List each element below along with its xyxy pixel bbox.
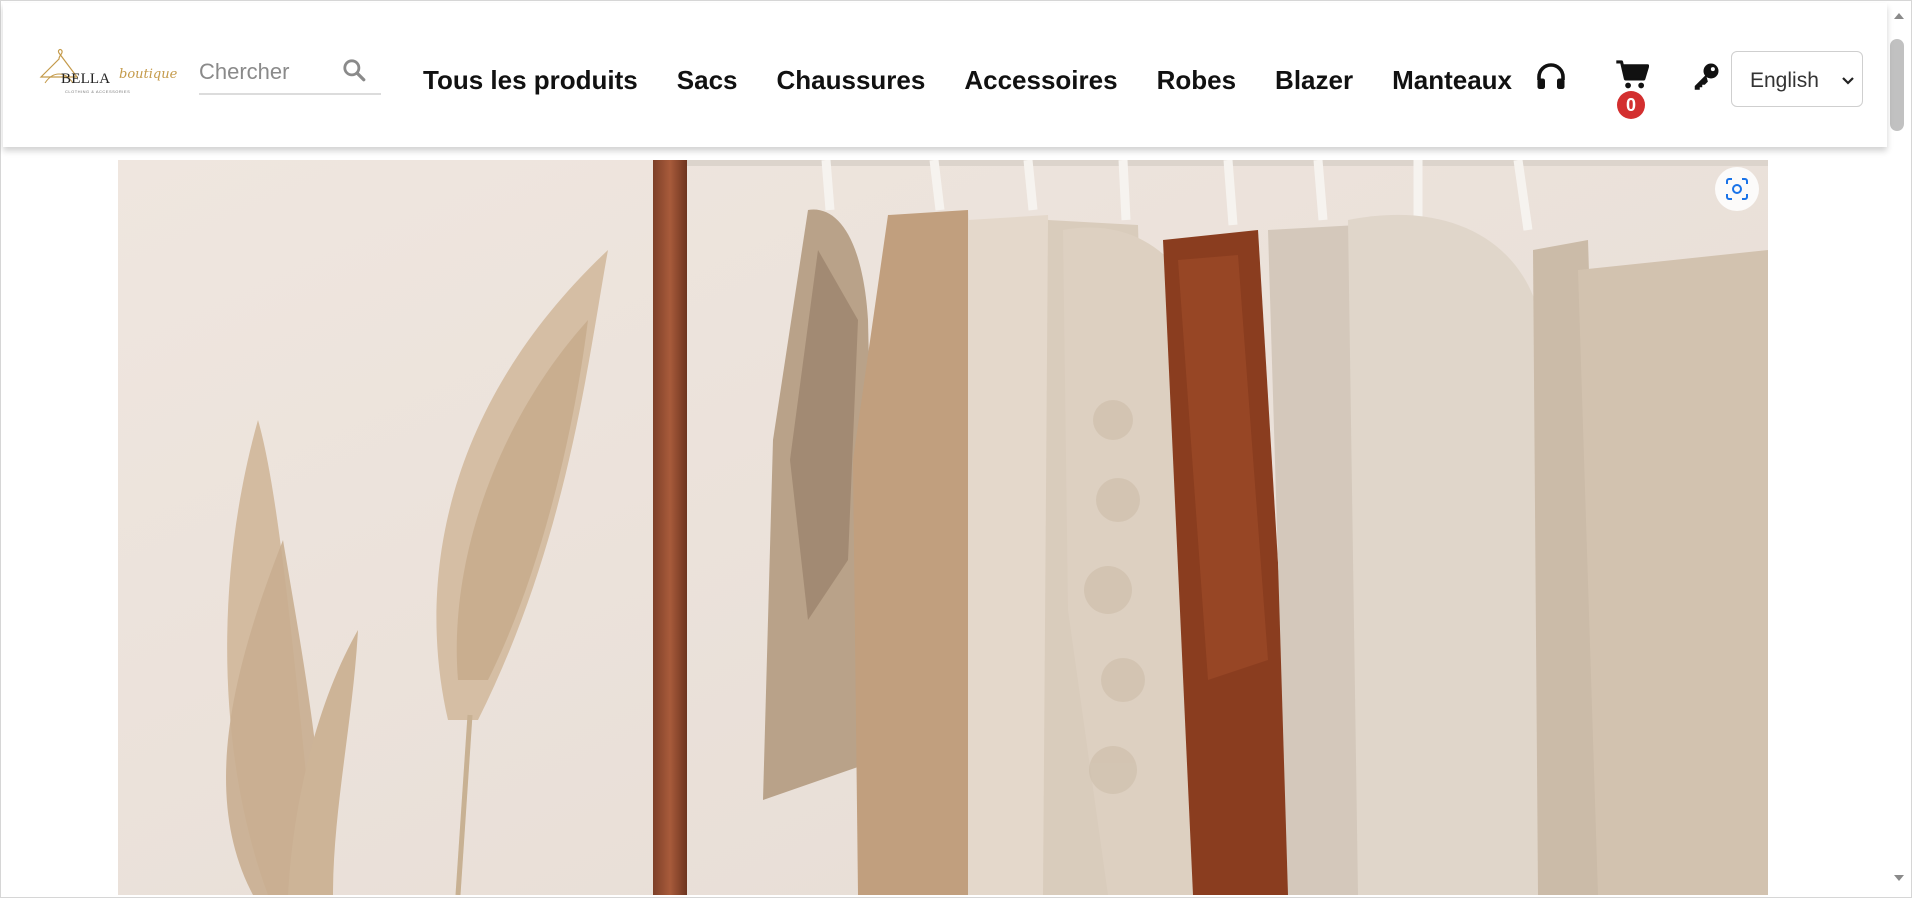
- headset-icon[interactable]: [1533, 59, 1569, 95]
- nav-shoes[interactable]: Chaussures: [777, 65, 926, 105]
- cart-icon[interactable]: [1615, 59, 1649, 91]
- logo-brand-text: BELLA: [61, 71, 111, 87]
- search-box: [199, 53, 381, 95]
- nav-bags[interactable]: Sacs: [677, 65, 738, 105]
- nav-coats[interactable]: Manteaux: [1392, 65, 1512, 105]
- nav-dresses[interactable]: Robes: [1157, 65, 1236, 105]
- vertical-scrollbar[interactable]: [1887, 1, 1911, 897]
- chevron-down-icon: [1842, 77, 1854, 85]
- site-header: BELLA boutique CLOTHING & ACCESSORIES To…: [3, 3, 1887, 147]
- scrollbar-thumb[interactable]: [1890, 39, 1904, 131]
- language-select[interactable]: English: [1731, 51, 1863, 107]
- nav-all-products[interactable]: Tous les produits: [423, 65, 638, 105]
- logo-tagline: CLOTHING & ACCESSORIES: [65, 89, 131, 94]
- clothing-rack-photo: [118, 160, 1768, 895]
- cart-count-badge: 0: [1617, 91, 1645, 119]
- scroll-down-arrow-icon[interactable]: [1892, 871, 1906, 885]
- visual-search-button[interactable]: [1715, 167, 1759, 211]
- logo-script-text: boutique: [119, 67, 178, 82]
- browser-viewport: BELLA boutique CLOTHING & ACCESSORIES To…: [0, 0, 1912, 898]
- language-selected-value: English: [1750, 69, 1819, 92]
- search-input[interactable]: [199, 57, 339, 87]
- logo[interactable]: BELLA boutique CLOTHING & ACCESSORIES: [37, 47, 177, 99]
- scroll-up-arrow-icon[interactable]: [1892, 9, 1906, 23]
- main-nav: Tous les produits Sacs Chaussures Access…: [423, 65, 1551, 105]
- nav-accessories[interactable]: Accessoires: [964, 65, 1117, 105]
- hero-banner-image: [118, 160, 1768, 895]
- key-icon[interactable]: [1691, 61, 1721, 91]
- visual-search-icon: [1726, 178, 1748, 200]
- search-icon[interactable]: [341, 57, 367, 83]
- nav-blazer[interactable]: Blazer: [1275, 65, 1353, 105]
